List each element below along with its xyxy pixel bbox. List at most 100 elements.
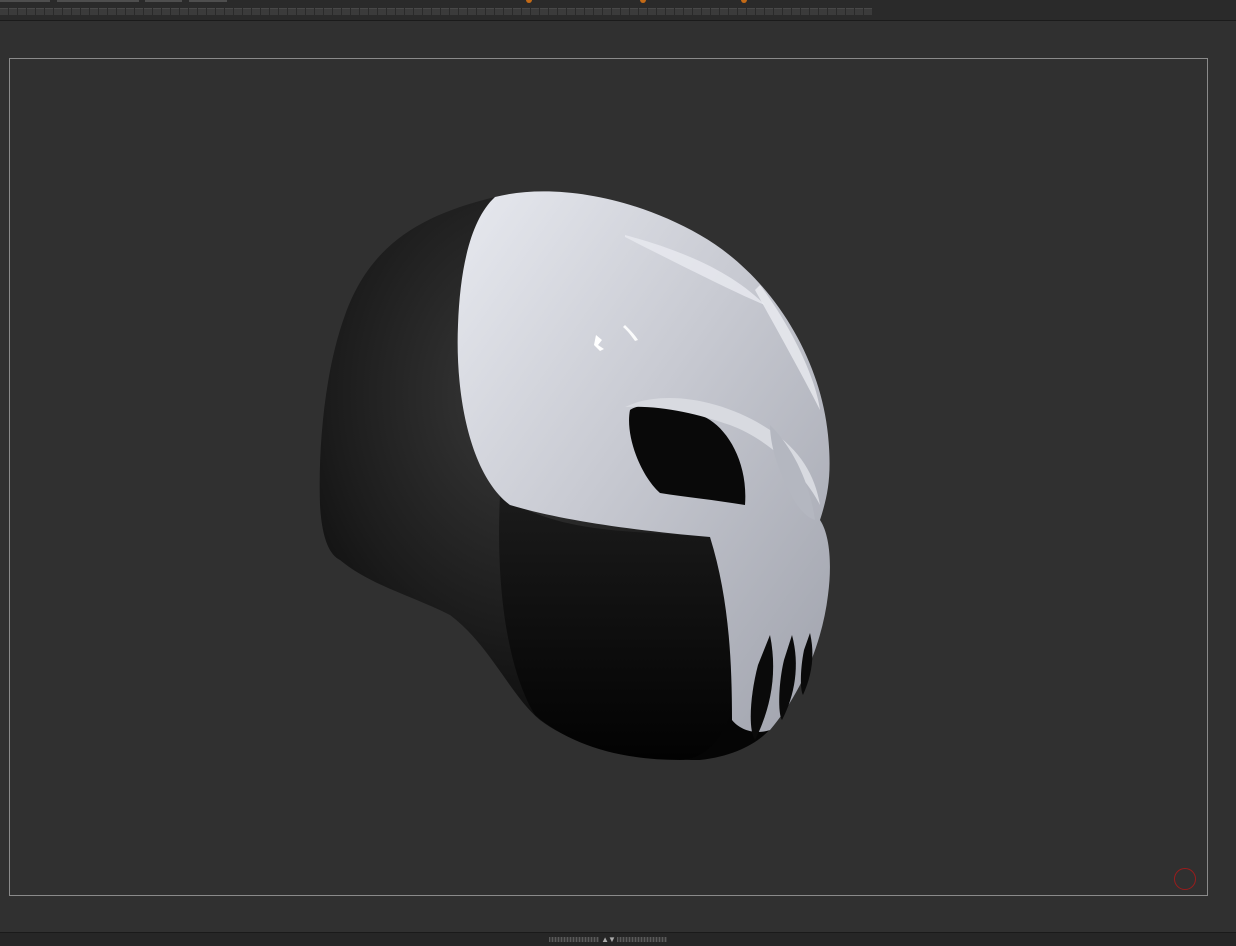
shelf-cell[interactable] — [171, 8, 179, 15]
shelf-cell[interactable] — [513, 8, 521, 15]
shelf-cell[interactable] — [117, 8, 125, 15]
shelf-cell[interactable] — [639, 8, 647, 15]
shelf-cell[interactable] — [108, 8, 116, 15]
shelf-cell[interactable] — [234, 8, 242, 15]
shelf-cell[interactable] — [225, 8, 233, 15]
shelf-cell[interactable] — [396, 8, 404, 15]
tab-1[interactable] — [0, 0, 50, 2]
shelf-cell[interactable] — [738, 8, 746, 15]
shelf-cell[interactable] — [279, 8, 287, 15]
shelf-cell[interactable] — [594, 8, 602, 15]
shelf-cell[interactable] — [864, 8, 872, 15]
mask-model[interactable] — [300, 175, 860, 775]
shelf-cell[interactable] — [270, 8, 278, 15]
shelf-cell[interactable] — [684, 8, 692, 15]
shelf-cell[interactable] — [801, 8, 809, 15]
shelf-cell[interactable] — [81, 8, 89, 15]
shelf-cell[interactable] — [855, 8, 863, 15]
shelf-cell[interactable] — [774, 8, 782, 15]
shelf-cell[interactable] — [342, 8, 350, 15]
shelf-cell[interactable] — [99, 8, 107, 15]
shelf-cell[interactable] — [846, 8, 854, 15]
shelf-cell[interactable] — [45, 8, 53, 15]
shelf-cell[interactable] — [765, 8, 773, 15]
shelf-cell[interactable] — [657, 8, 665, 15]
shelf-cell[interactable] — [423, 8, 431, 15]
shelf-cell[interactable] — [666, 8, 674, 15]
shelf-cell[interactable] — [153, 8, 161, 15]
panel-splitter[interactable]: ▲▼ — [543, 936, 673, 944]
shelf-cell[interactable] — [792, 8, 800, 15]
shelf-strip[interactable] — [0, 8, 872, 15]
shelf-cell[interactable] — [495, 8, 503, 15]
focus-indicator-icon[interactable] — [1174, 868, 1196, 890]
shelf-cell[interactable] — [351, 8, 359, 15]
shelf-cell[interactable] — [180, 8, 188, 15]
shelf-cell[interactable] — [675, 8, 683, 15]
shelf-cell[interactable] — [378, 8, 386, 15]
shelf-cell[interactable] — [630, 8, 638, 15]
shelf-cell[interactable] — [306, 8, 314, 15]
shelf-cell[interactable] — [747, 8, 755, 15]
shelf-cell[interactable] — [414, 8, 422, 15]
shelf-cell[interactable] — [783, 8, 791, 15]
shelf-cell[interactable] — [648, 8, 656, 15]
tab-3[interactable] — [145, 0, 182, 2]
shelf-cell[interactable] — [162, 8, 170, 15]
shelf-cell[interactable] — [243, 8, 251, 15]
shelf-cell[interactable] — [702, 8, 710, 15]
shelf-cell[interactable] — [567, 8, 575, 15]
shelf-cell[interactable] — [540, 8, 548, 15]
shelf-cell[interactable] — [531, 8, 539, 15]
shelf-cell[interactable] — [333, 8, 341, 15]
shelf-cell[interactable] — [261, 8, 269, 15]
shelf-cell[interactable] — [0, 8, 8, 15]
shelf-cell[interactable] — [468, 8, 476, 15]
shelf-cell[interactable] — [603, 8, 611, 15]
shelf-cell[interactable] — [711, 8, 719, 15]
shelf-cell[interactable] — [54, 8, 62, 15]
shelf-cell[interactable] — [63, 8, 71, 15]
shelf-cell[interactable] — [558, 8, 566, 15]
shelf-cell[interactable] — [315, 8, 323, 15]
shelf-cell[interactable] — [459, 8, 467, 15]
shelf-cell[interactable] — [189, 8, 197, 15]
shelf-cell[interactable] — [693, 8, 701, 15]
shelf-cell[interactable] — [522, 8, 530, 15]
shelf-cell[interactable] — [216, 8, 224, 15]
shelf-cell[interactable] — [90, 8, 98, 15]
shelf-cell[interactable] — [387, 8, 395, 15]
shelf-cell[interactable] — [198, 8, 206, 15]
shelf-cell[interactable] — [810, 8, 818, 15]
shelf-cell[interactable] — [18, 8, 26, 15]
shelf-cell[interactable] — [720, 8, 728, 15]
tab-2[interactable] — [57, 0, 139, 2]
shelf-cell[interactable] — [72, 8, 80, 15]
shelf-cell[interactable] — [144, 8, 152, 15]
shelf-cell[interactable] — [252, 8, 260, 15]
shelf-cell[interactable] — [9, 8, 17, 15]
shelf-cell[interactable] — [576, 8, 584, 15]
shelf-cell[interactable] — [324, 8, 332, 15]
shelf-cell[interactable] — [486, 8, 494, 15]
shelf-cell[interactable] — [126, 8, 134, 15]
shelf-cell[interactable] — [729, 8, 737, 15]
shelf-cell[interactable] — [477, 8, 485, 15]
shelf-cell[interactable] — [504, 8, 512, 15]
shelf-cell[interactable] — [135, 8, 143, 15]
shelf-cell[interactable] — [441, 8, 449, 15]
shelf-cell[interactable] — [585, 8, 593, 15]
shelf-cell[interactable] — [756, 8, 764, 15]
shelf-cell[interactable] — [27, 8, 35, 15]
shelf-cell[interactable] — [405, 8, 413, 15]
shelf-cell[interactable] — [450, 8, 458, 15]
shelf-cell[interactable] — [621, 8, 629, 15]
shelf-cell[interactable] — [432, 8, 440, 15]
shelf-cell[interactable] — [297, 8, 305, 15]
shelf-cell[interactable] — [369, 8, 377, 15]
shelf-cell[interactable] — [288, 8, 296, 15]
shelf-cell[interactable] — [819, 8, 827, 15]
shelf-cell[interactable] — [36, 8, 44, 15]
shelf-cell[interactable] — [837, 8, 845, 15]
tab-4[interactable] — [189, 0, 227, 2]
